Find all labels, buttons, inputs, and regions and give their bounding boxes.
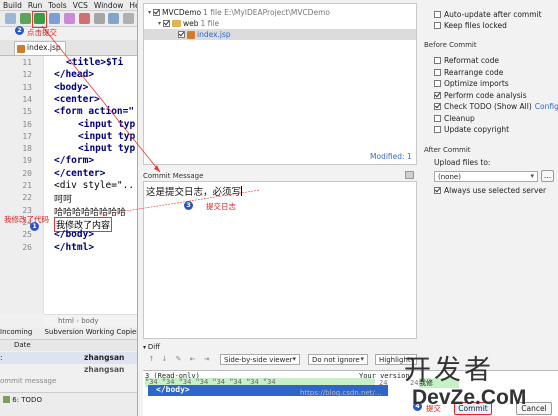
watermark-url: https://blog.csdn.net/... [300, 389, 382, 397]
modified-code-annotation: 我修改了代码 [4, 215, 49, 224]
arrow-to-message-text [99, 189, 261, 216]
watermark-logo-text: 开发者 [404, 355, 494, 386]
step-1-badge: 1 [30, 222, 39, 231]
commit-log-annotation: 提交日志 [206, 202, 236, 211]
step-2-badge: 2 [15, 26, 24, 35]
step-3-badge: 3 [184, 201, 193, 210]
watermark-domain: DevZe.CoM [412, 386, 527, 409]
arrow-to-commit-message [41, 25, 161, 173]
click-commit-annotation: 点击提交 [27, 28, 57, 37]
